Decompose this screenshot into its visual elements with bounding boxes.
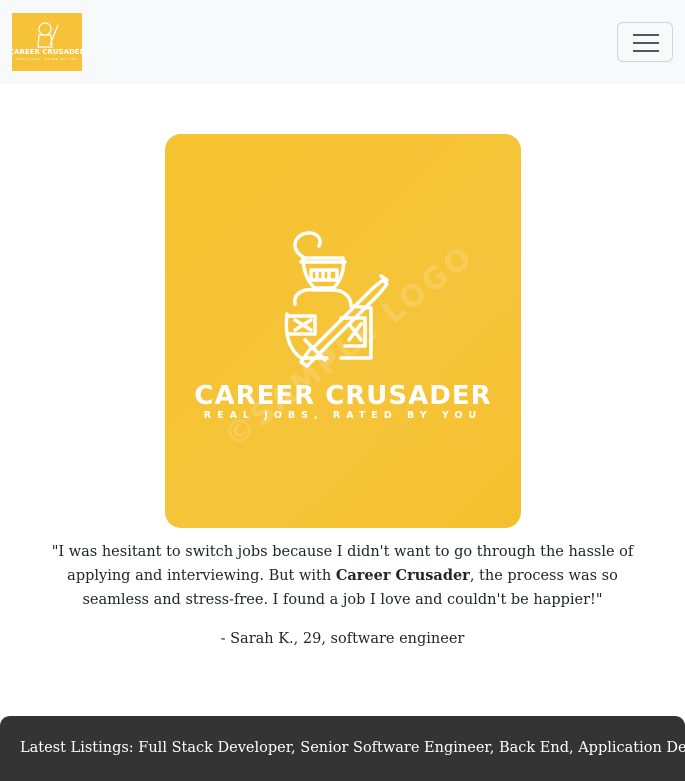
latest-listings-text[interactable]: Latest Listings: Full Stack Developer, S… (20, 737, 685, 759)
hero-tagline: REAL JOBS, RATED BY YOU (204, 410, 482, 421)
knight-logo-graphic: ©SAMPLE LOGO CAREER CRUSADER REAL JOBS, … (194, 231, 491, 455)
menu-toggle-button[interactable] (617, 22, 673, 62)
testimonial-quote: "I was hesitant to switch jobs because I… (40, 540, 645, 612)
quote-brand-name: Career Crusader (335, 567, 470, 584)
brand-logo-tagline: REAL JOBS, RATED BY YOU (16, 57, 78, 61)
knight-icon: CAREER CRUSADER REAL JOBS, RATED BY YOU (12, 13, 82, 71)
latest-listings-ticker: Latest Listings: Full Stack Developer, S… (0, 716, 685, 781)
brand-logo-text: CAREER CRUSADER (12, 48, 82, 56)
brand-logo[interactable]: CAREER CRUSADER REAL JOBS, RATED BY YOU (12, 13, 82, 71)
navbar: CAREER CRUSADER REAL JOBS, RATED BY YOU (0, 0, 685, 84)
testimonial-attribution: - Sarah K., 29, software engineer (220, 631, 465, 647)
hero-brand-name: CAREER CRUSADER (194, 381, 491, 411)
hamburger-icon (633, 34, 659, 52)
hero-logo: ©SAMPLE LOGO CAREER CRUSADER REAL JOBS, … (165, 134, 521, 528)
